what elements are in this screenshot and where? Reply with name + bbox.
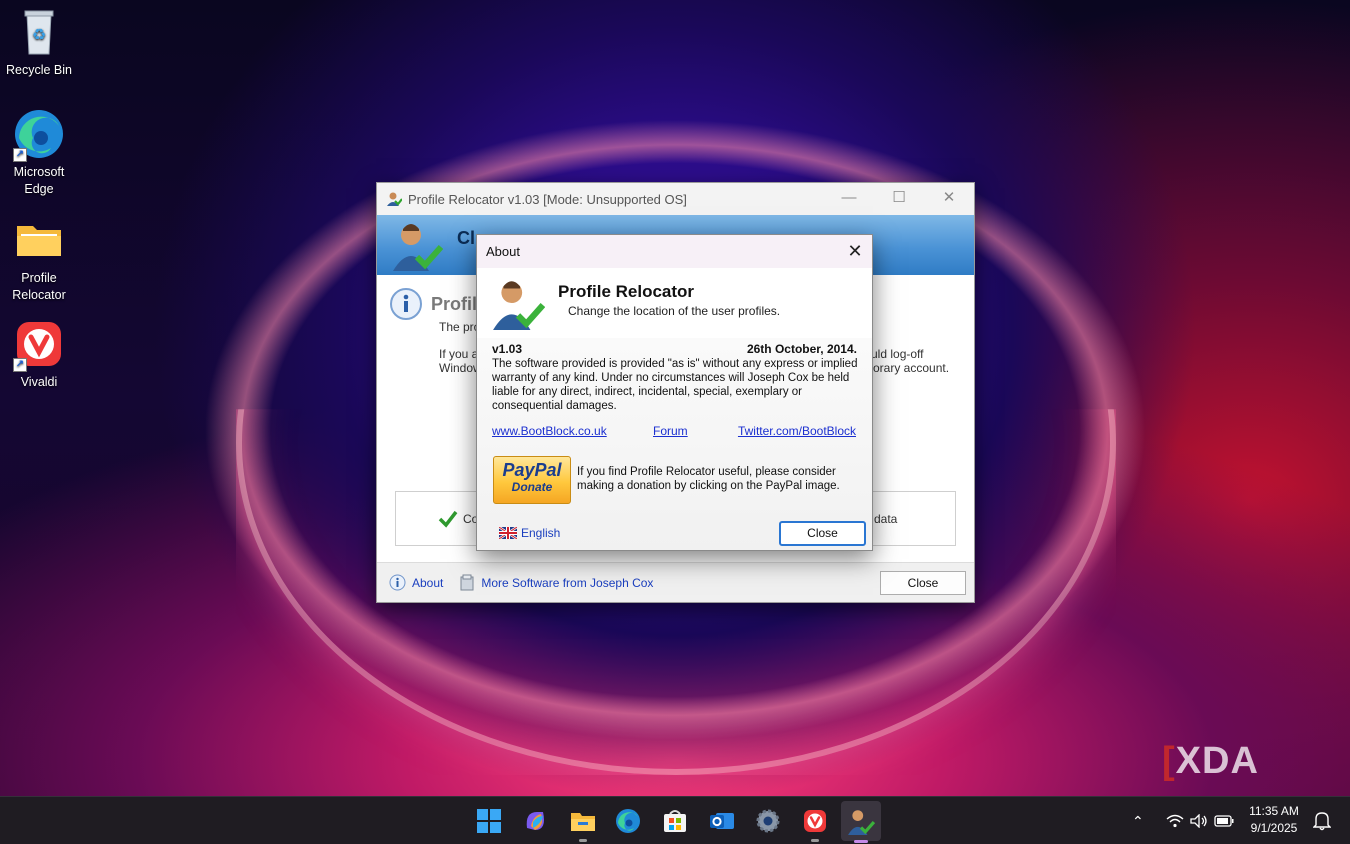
desktop-icon-label: Microsoft Edge [13, 165, 65, 196]
close-window-button[interactable]: ✕ [924, 183, 974, 215]
desktop-icon-label: Profile Relocator [12, 271, 66, 302]
user-relocate-icon [393, 224, 443, 271]
more-software-link[interactable]: More Software from Joseph Cox [481, 576, 653, 590]
window-footer: About More Software from Joseph Cox Clos… [377, 562, 974, 602]
file-explorer-icon[interactable] [567, 805, 599, 842]
store-icon[interactable] [659, 805, 691, 837]
desktop-icon-recycle-bin[interactable]: ♻ Recycle Bin [0, 6, 78, 79]
about-close-button[interactable]: Close [779, 521, 866, 546]
desktop-icon-label: Vivaldi [20, 375, 58, 389]
about-title: About [486, 244, 520, 259]
maximize-button[interactable]: ☐ [874, 183, 924, 215]
desktop-icon-vivaldi[interactable]: ↗ Vivaldi [0, 318, 78, 391]
website-link[interactable]: www.BootBlock.co.uk [492, 424, 607, 438]
paypal-donate-button[interactable]: PayPal Donate [493, 456, 571, 504]
settings-icon[interactable] [752, 805, 784, 837]
twitter-link[interactable]: Twitter.com/BootBlock [738, 424, 856, 438]
copilot-icon[interactable] [520, 805, 552, 837]
about-body: v1.03 26th October, 2014. The software p… [477, 338, 872, 550]
window-titlebar[interactable]: Profile Relocator v1.03 [Mode: Unsupport… [377, 183, 974, 215]
language-label: English [521, 526, 561, 540]
info-icon [390, 288, 422, 320]
about-app-name: Profile Relocator [558, 282, 695, 301]
xda-watermark: [XDA [1162, 740, 1259, 782]
system-tray: ⌃ [1132, 797, 1234, 844]
battery-icon[interactable] [1214, 815, 1234, 827]
edge-icon: ↗ [13, 108, 65, 162]
volume-icon[interactable] [1190, 814, 1208, 828]
software-box-icon [460, 574, 474, 591]
taskbar-clock[interactable]: 11:35 AM 9/1/2025 [1244, 803, 1304, 837]
uk-flag-icon [499, 527, 517, 539]
confirm-text-right: data [874, 512, 898, 526]
start-icon[interactable] [473, 805, 505, 837]
section-heading: Profil [431, 293, 478, 314]
banner-heading: Cl [457, 228, 475, 248]
desktop-icon-profile-relocator[interactable]: Profile Relocator [0, 214, 78, 304]
about-close-x-icon[interactable]: ✕ [838, 241, 872, 262]
xda-watermark-text: XDA [1175, 740, 1259, 782]
desktop-icon-edge[interactable]: ↗ Microsoft Edge [0, 108, 78, 198]
about-subtitle: Change the location of the user profiles… [568, 304, 781, 318]
checkmark-icon [438, 510, 458, 528]
vivaldi-icon: ↗ [13, 318, 65, 372]
clock-date: 9/1/2025 [1250, 821, 1298, 835]
user-relocate-icon [493, 281, 545, 330]
outlook-icon[interactable] [706, 805, 738, 837]
notice-text-right-2: orary account. [873, 361, 950, 375]
release-date: 26th October, 2014. [746, 342, 857, 356]
folder-icon [13, 214, 65, 266]
shortcut-arrow-icon: ↗ [13, 148, 27, 162]
running-indicator [579, 839, 587, 842]
shortcut-arrow-icon: ↗ [13, 358, 27, 372]
version-label: v1.03 [492, 342, 523, 356]
minimize-button[interactable]: — [824, 183, 874, 215]
main-close-button[interactable]: Close [880, 571, 966, 595]
language-selector[interactable]: English [499, 526, 560, 540]
clock-time: 11:35 AM [1249, 804, 1299, 818]
paypal-donate-text: Donate [511, 480, 553, 494]
desktop-icon-label: Recycle Bin [6, 63, 72, 77]
profile-relocator-taskbar-icon[interactable] [841, 801, 881, 843]
edge-taskbar-icon[interactable] [612, 805, 644, 837]
disclaimer-text: The software provided is provided "as is… [492, 358, 858, 412]
running-indicator [811, 839, 819, 842]
about-link[interactable]: About [412, 576, 443, 590]
taskbar: ⌃ 11:35 AM 9/1/2025 [0, 796, 1350, 844]
paypal-logo-text: PayPal [502, 460, 562, 480]
svg-text:♻: ♻ [32, 27, 46, 44]
notice-text-left-1: If you a [439, 347, 479, 361]
about-info-icon [389, 574, 406, 591]
about-titlebar[interactable]: About ✕ [477, 235, 872, 268]
forum-link[interactable]: Forum [653, 424, 688, 438]
vivaldi-taskbar-icon[interactable] [799, 805, 831, 842]
notice-text-right-1: uld log-off [871, 347, 924, 361]
app-icon [387, 192, 402, 206]
chevron-up-icon[interactable]: ⌃ [1132, 813, 1144, 830]
donate-message: If you find Profile Relocator useful, pl… [577, 466, 840, 492]
active-indicator [854, 840, 868, 843]
about-dialog: About ✕ Profile Relocator Change the loc… [476, 234, 873, 551]
wifi-icon[interactable] [1166, 814, 1184, 828]
notification-bell-icon[interactable] [1313, 811, 1331, 831]
about-header: Profile Relocator Change the location of… [477, 268, 872, 338]
intro-text: The pro [439, 320, 481, 334]
window-title: Profile Relocator v1.03 [Mode: Unsupport… [408, 191, 687, 207]
recycle-bin-icon: ♻ [13, 6, 65, 58]
